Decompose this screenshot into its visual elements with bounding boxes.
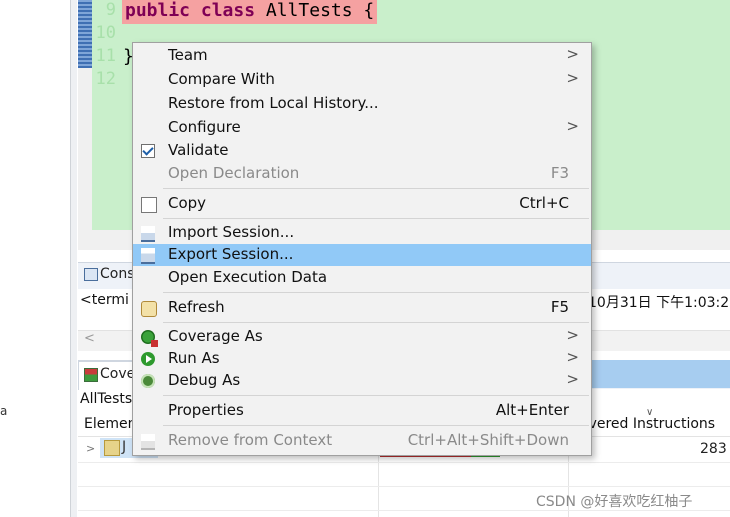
line-number: 12: [95, 69, 116, 89]
menu-separator: [163, 218, 589, 219]
column-header-element[interactable]: Elemen: [84, 416, 136, 432]
line-number: 9: [105, 0, 116, 20]
menu-item-shortcut: Alt+Enter: [495, 401, 569, 419]
menu-item-debug-as[interactable]: Debug As >: [133, 370, 591, 392]
left-panel-border: [70, 0, 77, 517]
menu-item-label: Run As: [168, 349, 220, 367]
menu-separator: [163, 425, 589, 426]
menu-item-label: Copy: [168, 194, 207, 212]
menu-item-open-declaration[interactable]: Open Declaration F3: [133, 163, 591, 185]
menu-item-configure[interactable]: Configure >: [133, 117, 591, 139]
chevron-right-icon: >: [566, 326, 579, 344]
line-number: 10: [95, 23, 116, 43]
menu-item-label: Export Session...: [168, 245, 294, 263]
row-divider: [78, 486, 730, 487]
menu-item-shortcut: F3: [550, 164, 569, 182]
context-menu: Team > Compare With > Restore from Local…: [132, 42, 592, 456]
code-line-class-declaration[interactable]: public class AllTests {: [122, 0, 378, 24]
code-keywords: public class: [125, 0, 256, 21]
column-header-covered-instructions[interactable]: overed Instructions: [580, 416, 715, 432]
console-timestamp: 10月31日 下午1:03:2: [588, 295, 730, 311]
menu-item-label: Configure: [168, 118, 241, 136]
menu-item-shortcut: F5: [550, 298, 569, 316]
code-class-name: AllTests {: [255, 0, 375, 21]
menu-item-label: Refresh: [168, 298, 225, 316]
coverage-session-title: AllTests: [80, 391, 133, 407]
menu-item-coverage-as[interactable]: Coverage As >: [133, 326, 591, 348]
copy-icon: [141, 197, 157, 213]
menu-separator: [163, 188, 589, 189]
menu-item-label: Import Session...: [168, 223, 295, 241]
menu-item-label: Restore from Local History...: [168, 94, 379, 112]
menu-item-label: Open Declaration: [168, 164, 300, 182]
console-icon: [84, 268, 98, 281]
menu-item-copy[interactable]: Copy Ctrl+C: [133, 193, 591, 215]
console-terminated-text: <termi: [80, 292, 129, 308]
menu-item-properties[interactable]: Properties Alt+Enter: [133, 400, 591, 422]
chevron-right-icon: >: [566, 348, 579, 366]
chevron-right-icon: >: [566, 69, 579, 87]
menu-item-label: Compare With: [168, 70, 275, 88]
menu-item-remove-from-context[interactable]: Remove from Context Ctrl+Alt+Shift+Down: [133, 430, 591, 452]
chevron-right-icon: >: [566, 370, 579, 388]
menu-item-label: Properties: [168, 401, 244, 419]
menu-item-restore-local-history[interactable]: Restore from Local History...: [133, 93, 591, 115]
table-row-label: J: [122, 439, 127, 455]
menu-item-label: Debug As: [168, 371, 241, 389]
tab-console[interactable]: Cons: [100, 266, 135, 282]
menu-item-export-session[interactable]: Export Session...: [133, 244, 591, 266]
covered-instructions-value: 283: [700, 441, 727, 457]
menu-item-validate[interactable]: Validate: [133, 140, 591, 162]
remove-context-icon: [141, 434, 155, 450]
menu-item-compare-with[interactable]: Compare With >: [133, 69, 591, 91]
menu-separator: [163, 395, 589, 396]
watermark: CSDN @好喜欢吃红柚子: [536, 494, 693, 510]
left-panel: [0, 0, 70, 517]
left-panel-text: a: [0, 404, 8, 418]
coverage-as-icon: [141, 330, 158, 347]
tab-coverage-label[interactable]: Cove: [100, 366, 135, 382]
row-divider: [78, 462, 730, 463]
expand-icon[interactable]: >: [86, 442, 95, 455]
menu-item-team[interactable]: Team >: [133, 45, 591, 67]
coverage-icon: [84, 368, 98, 382]
coverage-toolbar-area: [590, 360, 730, 388]
debug-icon: [141, 374, 155, 388]
menu-item-label: Validate: [168, 141, 229, 159]
chevron-right-icon: >: [566, 117, 579, 135]
menu-item-refresh[interactable]: Refresh F5: [133, 297, 591, 319]
scroll-left-icon[interactable]: <: [84, 331, 95, 346]
run-icon: [141, 352, 155, 366]
menu-item-label: Team: [168, 46, 208, 64]
menu-item-import-session[interactable]: Import Session...: [133, 222, 591, 244]
menu-separator: [163, 322, 589, 323]
menu-item-label: Open Execution Data: [168, 268, 328, 286]
editor-ruler: [78, 0, 92, 68]
menu-item-label: Coverage As: [168, 327, 263, 345]
menu-item-shortcut: Ctrl+Alt+Shift+Down: [407, 431, 569, 449]
menu-item-shortcut: Ctrl+C: [519, 194, 569, 212]
menu-separator: [163, 292, 589, 293]
refresh-icon: [141, 301, 157, 317]
line-number: 11: [95, 46, 116, 66]
menu-item-open-execution-data[interactable]: Open Execution Data: [133, 267, 591, 289]
export-session-icon: [141, 248, 155, 264]
checkbox-checked-icon: [141, 144, 155, 158]
project-icon: [104, 440, 120, 456]
menu-item-label: Remove from Context: [168, 431, 333, 449]
chevron-right-icon: >: [566, 45, 579, 63]
import-session-icon: [141, 226, 155, 242]
menu-item-run-as[interactable]: Run As >: [133, 348, 591, 370]
